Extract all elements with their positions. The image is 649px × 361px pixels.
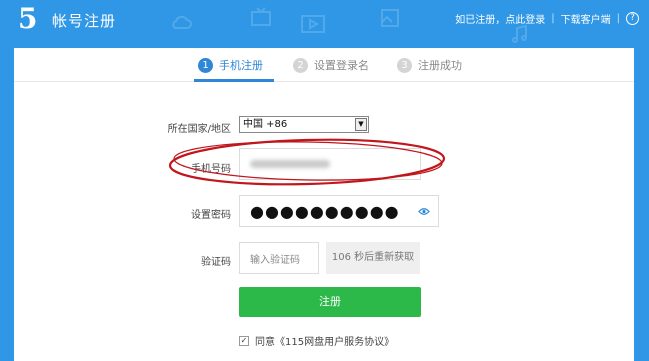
step-label: 设置登录名 (314, 59, 369, 72)
agree-checkbox[interactable]: ✓ (239, 335, 249, 346)
music-icon (512, 24, 527, 43)
step-number: 1 (198, 57, 213, 73)
agreement: ✓ 同意《115网盘用户服务协议》 (239, 333, 394, 348)
download-client-link[interactable]: 下载客户端 (561, 11, 611, 26)
chevron-down-icon[interactable]: ▼ (355, 118, 367, 131)
password-label: 设置密码 (191, 210, 231, 221)
phone-input[interactable] (239, 148, 421, 180)
step-set-login-name: 2 设置登录名 (293, 57, 369, 73)
password-input[interactable]: ●●●●●●●●●● (239, 195, 439, 227)
register-button[interactable]: 注册 (239, 287, 421, 317)
agreement-link[interactable]: 同意《115网盘用户服务协议》 (255, 333, 394, 348)
resend-code-button[interactable]: 106 秒后重新获取 (326, 242, 420, 274)
step-register-success: 3 注册成功 (397, 57, 462, 73)
login-link[interactable]: 如已注册，点此登录 (455, 11, 545, 26)
phone-value-redacted (250, 160, 330, 168)
tv-icon (251, 7, 271, 26)
country-select[interactable]: 中国 +86 ▼ (239, 116, 369, 133)
image-icon (381, 9, 399, 27)
code-label: 验证码 (201, 257, 231, 268)
step-label: 手机注册 (219, 59, 263, 72)
code-placeholder: 输入验证码 (250, 254, 300, 266)
cloud-icon (172, 15, 192, 29)
step-indicator: 1 手机注册 2 设置登录名 3 注册成功 (14, 48, 634, 82)
step-number: 2 (293, 57, 308, 73)
code-input[interactable]: 输入验证码 (239, 242, 319, 274)
country-label: 所在国家/地区 (167, 124, 231, 135)
step-phone-register: 1 手机注册 (198, 57, 263, 73)
country-select-value: 中国 +86 (243, 119, 288, 130)
site-logo[interactable]: 5 (18, 3, 37, 35)
divider: | (616, 13, 620, 24)
step-number: 3 (397, 57, 412, 73)
top-bar: 5 帐号注册 如已注册，点此登录 | 下载客户端 | ? (0, 0, 649, 43)
divider: | (551, 13, 555, 24)
play-icon (301, 15, 325, 33)
password-value: ●●●●●●●●●● (250, 201, 400, 221)
active-step-underline (194, 79, 274, 82)
eye-icon[interactable] (418, 207, 430, 216)
phone-label: 手机号码 (191, 164, 231, 175)
page-title: 帐号注册 (52, 12, 117, 30)
registration-card: 1 手机注册 2 设置登录名 3 注册成功 所在国家/地区 中国 +86 ▼ 手… (14, 48, 634, 361)
help-icon[interactable]: ? (626, 12, 639, 25)
top-links: 如已注册，点此登录 | 下载客户端 | ? (455, 11, 639, 26)
step-label: 注册成功 (418, 59, 462, 72)
